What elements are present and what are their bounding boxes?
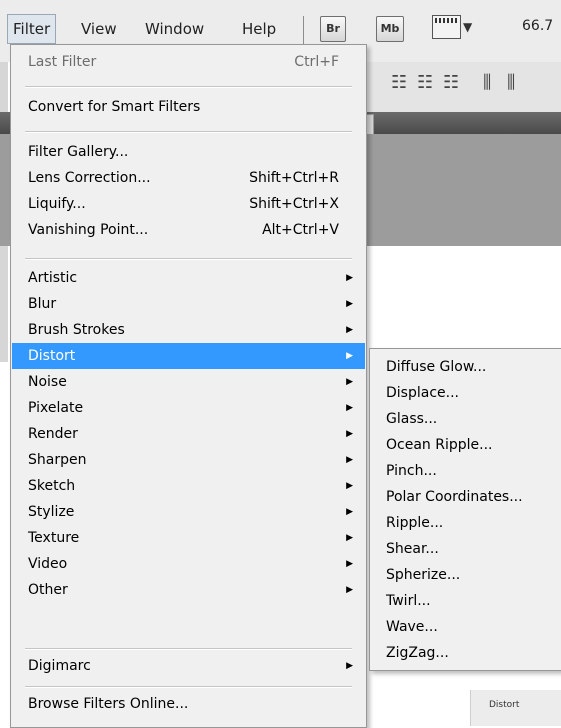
menu-item-pixelate[interactable]: Pixelate ▶ — [12, 395, 365, 421]
menu-item-label: Vanishing Point... — [28, 222, 149, 238]
menu-item-blur[interactable]: Blur ▶ — [12, 291, 365, 317]
menu-item-label: Brush Strokes — [28, 322, 125, 338]
submenu-arrow-icon: ▶ — [346, 585, 353, 595]
screen-mode-icon[interactable] — [432, 15, 461, 39]
menu-item-artistic[interactable]: Artistic ▶ — [12, 265, 365, 291]
align-top-icon[interactable]: ☷ — [391, 72, 407, 93]
menu-separator — [25, 258, 352, 260]
menu-item-label: Video — [28, 556, 68, 572]
menu-item-stylize[interactable]: Stylize ▶ — [12, 499, 365, 525]
submenu-arrow-icon: ▶ — [346, 455, 353, 465]
options-bar: ☷ ☷ ☷ ⫼ ⫼ — [365, 62, 561, 113]
submenu-arrow-icon: ▶ — [346, 481, 353, 491]
menu-item-label: Convert for Smart Filters — [28, 99, 201, 115]
menu-item-shortcut: Ctrl+F — [294, 54, 339, 70]
menu-separator — [25, 648, 352, 650]
menu-item-last-filter: Last Filter Ctrl+F — [12, 49, 365, 75]
align-bottom-icon[interactable]: ☷ — [443, 72, 459, 93]
menu-help[interactable]: Help — [242, 16, 276, 42]
bridge-button[interactable]: Br — [320, 16, 346, 42]
distribute-left-icon[interactable]: ⫼ — [483, 72, 491, 93]
submenu-item-displace[interactable]: Displace... — [386, 380, 459, 406]
menu-item-distort[interactable]: Distort ▶ — [12, 343, 365, 369]
align-middle-icon[interactable]: ☷ — [417, 72, 433, 93]
menu-item-label: Artistic — [28, 270, 78, 286]
submenu-item-ripple[interactable]: Ripple... — [386, 510, 443, 536]
menu-item-label: Filter Gallery... — [28, 144, 129, 160]
screen-mode-dropdown-icon[interactable]: ▼ — [463, 20, 472, 34]
submenu-arrow-icon: ▶ — [346, 377, 353, 387]
menu-item-render[interactable]: Render ▶ — [12, 421, 365, 447]
menu-item-lens-correction[interactable]: Lens Correction... Shift+Ctrl+R — [12, 165, 365, 191]
mini-bridge-button[interactable]: Mb — [376, 16, 404, 42]
submenu-arrow-icon: ▶ — [346, 507, 353, 517]
submenu-arrow-icon: ▶ — [346, 533, 353, 543]
menu-item-label: Digimarc — [28, 658, 91, 674]
menu-item-label: Noise — [28, 374, 67, 390]
menu-item-label: Sketch — [28, 478, 76, 494]
menu-item-video[interactable]: Video ▶ — [12, 551, 365, 577]
submenu-item-polar-coordinates[interactable]: Polar Coordinates... — [386, 484, 523, 510]
menu-item-label: Stylize — [28, 504, 75, 520]
menu-item-shortcut: Shift+Ctrl+R — [249, 170, 339, 186]
menu-item-noise[interactable]: Noise ▶ — [12, 369, 365, 395]
panel-text: Distort — [489, 700, 520, 710]
menu-item-label: Blur — [28, 296, 57, 312]
menu-item-label: Texture — [28, 530, 80, 546]
distort-submenu: Diffuse Glow... Displace... Glass... Ocean … — [369, 348, 561, 671]
menu-item-label: Render — [28, 426, 78, 442]
menu-item-shortcut: Shift+Ctrl+X — [249, 196, 339, 212]
menu-separator — [25, 86, 352, 88]
submenu-item-ocean-ripple[interactable]: Ocean Ripple... — [386, 432, 492, 458]
zoom-level[interactable]: 66.7 — [522, 18, 553, 34]
distribute-center-icon[interactable]: ⫼ — [507, 72, 515, 93]
submenu-item-twirl[interactable]: Twirl... — [386, 588, 431, 614]
submenu-item-diffuse-glow[interactable]: Diffuse Glow... — [386, 354, 486, 380]
submenu-arrow-icon: ▶ — [346, 429, 353, 439]
menu-item-filter-gallery[interactable]: Filter Gallery... — [12, 139, 365, 165]
menu-item-sharpen[interactable]: Sharpen ▶ — [12, 447, 365, 473]
submenu-arrow-icon: ▶ — [346, 325, 353, 335]
menubar-separator — [303, 16, 304, 44]
menu-item-label: Distort — [28, 348, 76, 364]
menu-item-label: Sharpen — [28, 452, 87, 468]
menu-item-label: Lens Correction... — [28, 170, 151, 186]
filter-menu: Last Filter Ctrl+F Convert for Smart Filte… — [10, 44, 367, 728]
submenu-item-shear[interactable]: Shear... — [386, 536, 439, 562]
menu-item-other[interactable]: Other ▶ — [12, 577, 365, 603]
menu-item-label: Browse Filters Online... — [28, 696, 189, 712]
submenu-item-glass[interactable]: Glass... — [386, 406, 437, 432]
menu-window[interactable]: Window — [145, 16, 204, 42]
submenu-arrow-icon: ▶ — [346, 661, 353, 671]
submenu-item-zigzag[interactable]: ZigZag... — [386, 640, 449, 666]
menu-item-sketch[interactable]: Sketch ▶ — [12, 473, 365, 499]
menu-separator — [25, 131, 352, 133]
submenu-arrow-icon: ▶ — [346, 299, 353, 309]
submenu-item-pinch[interactable]: Pinch... — [386, 458, 437, 484]
submenu-arrow-icon: ▶ — [346, 403, 353, 413]
menu-item-label: Liquify... — [28, 196, 86, 212]
menu-view[interactable]: View — [81, 16, 117, 42]
actions-panel: Distort — [470, 690, 561, 726]
submenu-arrow-icon: ▶ — [346, 351, 353, 361]
menu-item-vanishing-point[interactable]: Vanishing Point... Alt+Ctrl+V — [12, 217, 365, 243]
submenu-arrow-icon: ▶ — [346, 273, 353, 283]
submenu-arrow-icon: ▶ — [346, 559, 353, 569]
menu-item-digimarc[interactable]: Digimarc ▶ — [12, 653, 365, 679]
menu-item-label: Last Filter — [28, 54, 97, 70]
menu-filter[interactable]: Filter — [7, 14, 57, 44]
menu-separator — [25, 686, 352, 688]
menu-item-texture[interactable]: Texture ▶ — [12, 525, 365, 551]
submenu-item-spherize[interactable]: Spherize... — [386, 562, 460, 588]
menu-item-browse-filters-online[interactable]: Browse Filters Online... — [12, 691, 365, 717]
menu-item-shortcut: Alt+Ctrl+V — [262, 222, 339, 238]
menu-item-convert-for-smart-filters[interactable]: Convert for Smart Filters — [12, 94, 365, 120]
menu-item-brush-strokes[interactable]: Brush Strokes ▶ — [12, 317, 365, 343]
menu-item-label: Pixelate — [28, 400, 84, 416]
submenu-item-wave[interactable]: Wave... — [386, 614, 438, 640]
menu-item-label: Other — [28, 582, 68, 598]
menu-item-liquify[interactable]: Liquify... Shift+Ctrl+X — [12, 191, 365, 217]
